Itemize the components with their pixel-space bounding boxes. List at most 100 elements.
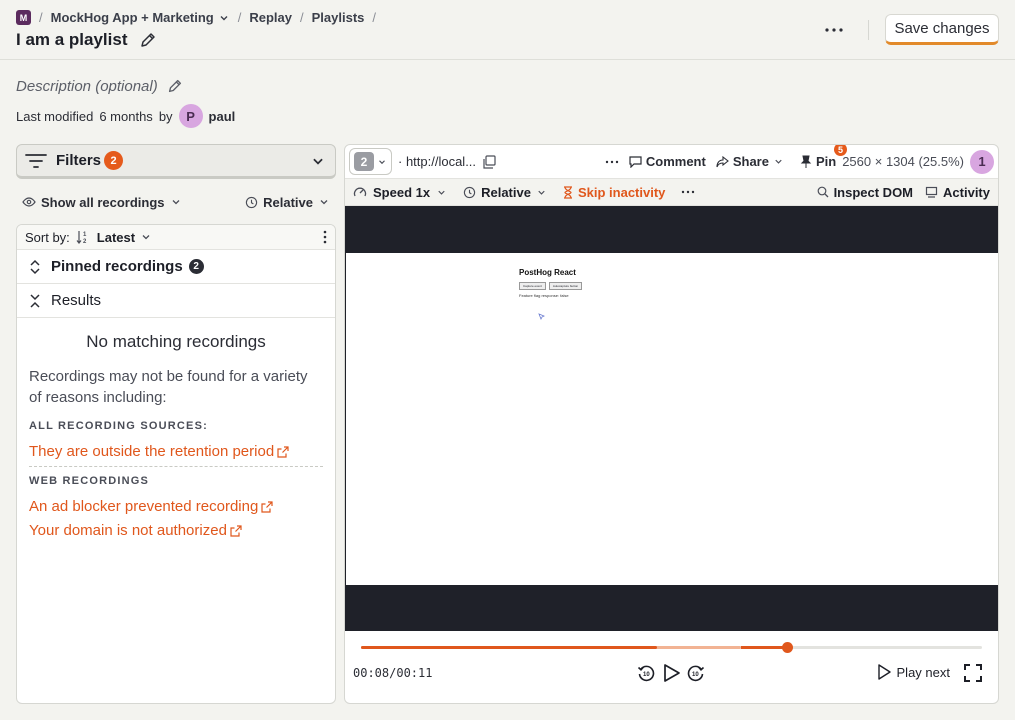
more-horizontal-icon [825, 28, 843, 32]
expand-icon [30, 259, 40, 274]
recordings-list-panel: Sort by: 12 Latest Pinned recordings 2 R… [16, 224, 336, 704]
more-options-button[interactable] [822, 18, 846, 42]
domain-not-authorized-label: Your domain is not authorized [29, 522, 227, 539]
play-icon[interactable] [661, 663, 681, 683]
sort-icon: 12 [76, 231, 87, 244]
fullscreen-icon[interactable] [964, 664, 982, 682]
retention-period-link[interactable]: They are outside the retention period [29, 440, 323, 464]
relative-time-select[interactable]: Relative [245, 195, 330, 210]
ad-blocker-link[interactable]: An ad blocker prevented recording [29, 495, 323, 519]
breadcrumb-separator: / [372, 10, 377, 25]
breadcrumb-project[interactable]: MockHog App + Marketing [51, 10, 230, 25]
relative-label: Relative [263, 194, 313, 210]
divider [868, 20, 869, 40]
breadcrumb-playlists[interactable]: Playlists [312, 10, 365, 25]
comment-label: Comment [645, 154, 706, 169]
chevron-down-icon [142, 235, 150, 240]
filter-icon [25, 153, 47, 168]
avatar[interactable]: P [178, 104, 203, 128]
external-link-icon [261, 501, 273, 513]
show-all-recordings-select[interactable]: Show all recordings [22, 195, 182, 210]
clock-icon [245, 196, 258, 208]
comment-button[interactable]: Comment [629, 154, 706, 169]
filters-label: Filters [56, 152, 102, 169]
recording-frame: PostHog React Capture event Autocapture … [346, 253, 998, 585]
activity-button[interactable]: Activity [925, 185, 990, 200]
chevron-down-icon [379, 159, 385, 164]
external-link-icon [277, 446, 289, 458]
recording-viewport[interactable]: PostHog React Capture event Autocapture … [345, 206, 998, 631]
search-icon [817, 186, 829, 198]
time-mode-select[interactable]: Relative [463, 185, 547, 200]
playback-bar: 00:08/00:11 10 10 Play next [345, 631, 998, 703]
pin-icon [800, 155, 812, 168]
more-horizontal-icon[interactable] [681, 190, 695, 194]
pinned-recordings-section[interactable]: Pinned recordings 2 [17, 250, 335, 284]
seekbar-progress [361, 646, 657, 649]
chevron-down-icon [775, 159, 782, 164]
activity-icon [925, 186, 938, 198]
filters-button[interactable]: Filters 2 [16, 144, 336, 179]
tab-select[interactable]: 2 [349, 148, 392, 175]
description-placeholder: Description (optional) [16, 77, 158, 95]
total-time: 00:11 [396, 666, 433, 680]
resolution-label: 2560 × 1304 (25.5%) [842, 154, 964, 169]
play-next-button[interactable]: Play next [877, 664, 950, 680]
results-section[interactable]: Results [17, 284, 335, 318]
activity-label: Activity [943, 184, 990, 200]
sort-row: Sort by: 12 Latest [17, 225, 335, 250]
seekbar[interactable] [361, 642, 982, 653]
speed-label: Speed 1x [373, 184, 431, 200]
speed-select[interactable]: Speed 1x [353, 185, 447, 200]
pin-button[interactable]: Pin 5 [800, 145, 847, 169]
playback-time: 00:08/00:11 [353, 666, 432, 680]
pinned-recordings-label: Pinned recordings [51, 258, 183, 275]
user-name[interactable]: paul [209, 109, 236, 124]
comment-icon [629, 155, 642, 168]
sort-select[interactable]: 12 Latest [76, 230, 152, 245]
seek-back-icon[interactable]: 10 [637, 664, 655, 682]
empty-state: No matching recordings Recordings may no… [17, 318, 335, 555]
breadcrumb-replay[interactable]: Replay [249, 10, 292, 25]
domain-not-authorized-link[interactable]: Your domain is not authorized [29, 519, 323, 543]
edit-pencil-icon[interactable] [166, 77, 184, 95]
share-icon [716, 155, 729, 167]
more-horizontal-icon[interactable] [605, 160, 619, 164]
filters-count-badge: 2 [104, 151, 124, 170]
external-link-icon [230, 525, 242, 537]
project-badge[interactable]: M [16, 10, 31, 25]
play-icon [877, 664, 891, 680]
seek-forward-label: 10 [692, 672, 699, 678]
copy-icon[interactable] [482, 154, 496, 169]
modified-prefix: Last modified [16, 108, 94, 124]
recording-player: 2 · http://local... Comment Share Pin 5 … [344, 144, 999, 704]
modified-by-word: by [158, 108, 173, 124]
breadcrumb: M / MockHog App + Marketing / Replay / P… [16, 10, 376, 25]
hourglass-icon [563, 185, 572, 199]
sort-value: Latest [96, 229, 136, 245]
chevron-down-icon [172, 200, 179, 205]
breadcrumb-separator: / [39, 10, 43, 25]
recorded-page-note: Feature flag response: false [519, 293, 569, 298]
clock-icon [463, 186, 476, 198]
page-title-row: I am a playlist [16, 30, 158, 50]
recorded-page-heading: PostHog React [519, 268, 576, 277]
description-row[interactable]: Description (optional) [16, 77, 184, 95]
save-changes-button[interactable]: Save changes [885, 14, 999, 45]
seek-back-label: 10 [643, 672, 650, 678]
seek-forward-icon[interactable]: 10 [687, 664, 705, 682]
share-button[interactable]: Share [716, 154, 784, 169]
divider [0, 59, 1015, 60]
inspect-dom-button[interactable]: Inspect DOM [817, 185, 913, 200]
breadcrumb-separator: / [300, 10, 304, 25]
more-vertical-icon[interactable] [323, 230, 327, 244]
tab-count: 2 [354, 152, 374, 171]
edit-pencil-icon[interactable] [138, 30, 158, 50]
breadcrumb-project-label: MockHog App + Marketing [50, 10, 214, 25]
skip-inactivity-toggle[interactable]: Skip inactivity [563, 185, 665, 200]
playback-controls: 10 10 [637, 663, 705, 683]
svg-text:2: 2 [83, 239, 87, 244]
viewer-count-avatar[interactable]: 1 [970, 149, 994, 174]
empty-state-title: No matching recordings [86, 332, 266, 351]
seekbar-handle[interactable] [782, 642, 793, 653]
